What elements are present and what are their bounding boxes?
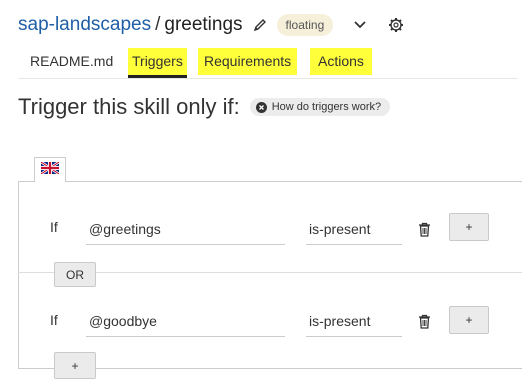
breadcrumb-separator: / — [155, 14, 161, 35]
page-title: Trigger this skill only if: — [18, 94, 240, 119]
add-condition-button[interactable]: + — [449, 213, 489, 241]
pencil-icon[interactable] — [253, 18, 267, 32]
language-tab[interactable] — [34, 157, 66, 182]
add-condition-button[interactable]: + — [449, 306, 489, 334]
uk-flag-icon — [40, 160, 60, 179]
gear-icon[interactable] — [387, 16, 405, 34]
help-link[interactable]: How do triggers work? — [249, 98, 391, 116]
status-badge: floating — [276, 14, 334, 36]
tab-bar: README.md Triggers Requirements Actions — [18, 48, 518, 79]
operator-select[interactable]: is-present — [306, 306, 402, 337]
project-link[interactable]: sap-landscapes — [18, 14, 151, 36]
tab-requirements[interactable]: Requirements — [198, 48, 298, 75]
operator-select[interactable]: is-present — [306, 214, 402, 245]
title-row: Trigger this skill only if: How do trigg… — [18, 94, 391, 120]
chevron-down-icon[interactable] — [351, 16, 369, 34]
skill-name: greetings — [164, 14, 243, 35]
close-circle-icon — [255, 101, 267, 113]
if-label: If — [50, 312, 58, 328]
header: sap-landscapes / greetings floating — [18, 10, 405, 40]
help-link-label: How do triggers work? — [271, 101, 382, 113]
trash-icon[interactable] — [417, 221, 431, 237]
entity-field[interactable]: @greetings — [86, 214, 285, 245]
if-label: If — [50, 219, 58, 235]
add-group-button[interactable]: + — [54, 352, 96, 379]
tab-triggers[interactable]: Triggers — [128, 48, 187, 78]
trash-icon[interactable] — [417, 313, 431, 329]
entity-field[interactable]: @goodbye — [86, 306, 285, 337]
or-button[interactable]: OR — [54, 262, 96, 287]
tab-actions[interactable]: Actions — [310, 48, 372, 75]
tab-readme[interactable]: README.md — [28, 48, 115, 75]
